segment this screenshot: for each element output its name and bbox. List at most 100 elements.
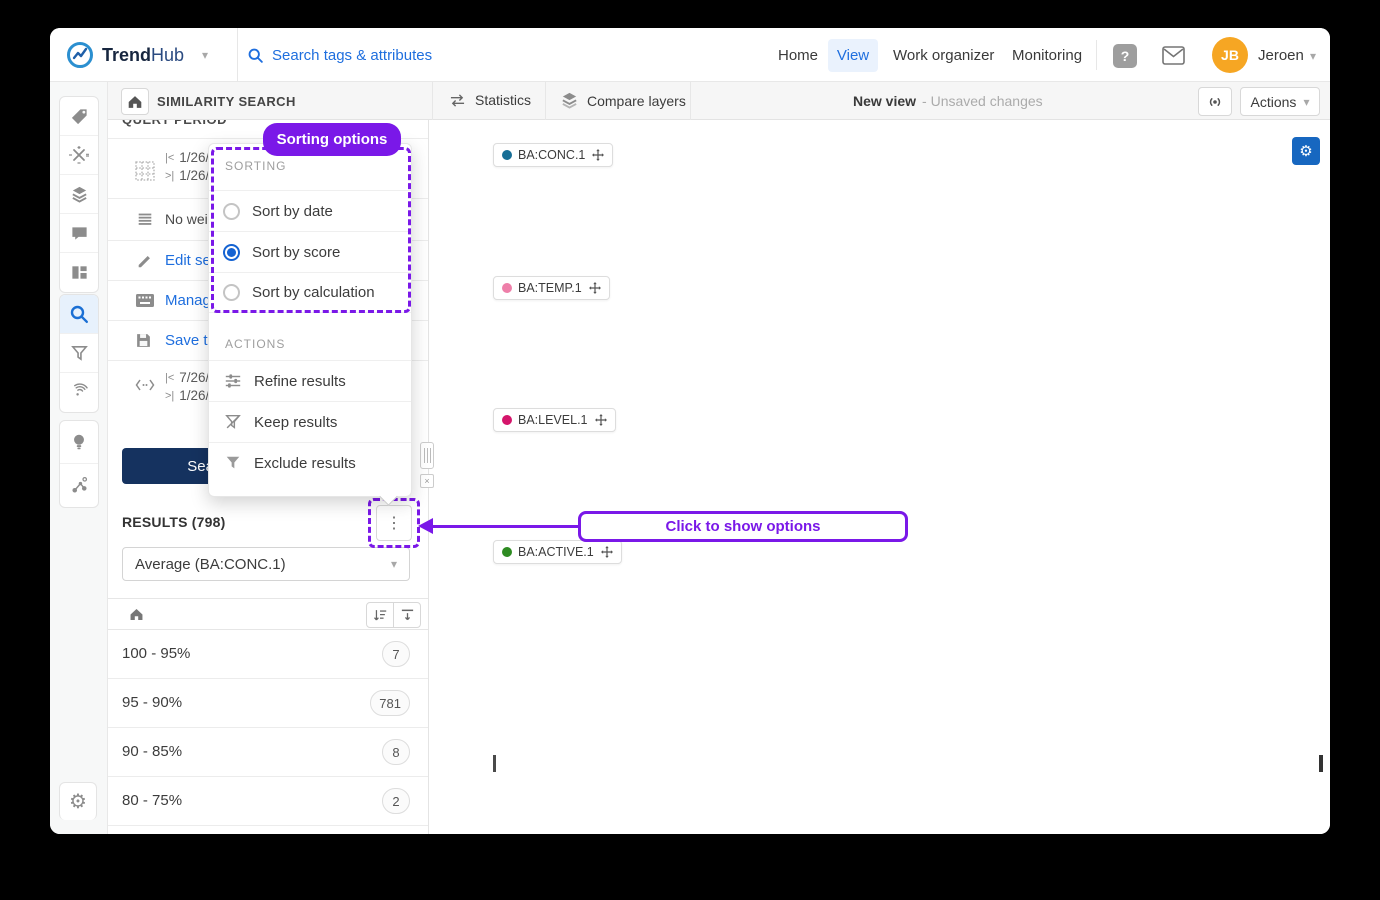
legend-chip-conc[interactable]: BA:CONC.1 — [493, 143, 613, 167]
home-column-icon — [128, 606, 145, 628]
legend-chip-temp[interactable]: BA:TEMP.1 — [493, 276, 610, 300]
panel-close-button[interactable]: × — [420, 474, 434, 488]
menu-item-sort-by-date[interactable]: Sort by date — [209, 190, 411, 231]
series-color-dot — [502, 415, 512, 425]
results-options-popup: SORTING Sort by date Sort by score Sort … — [208, 143, 412, 497]
screen: TrendHub ▾ Search tags & attributes Home… — [0, 0, 1380, 900]
move-icon — [592, 149, 604, 161]
toolbar-divider-3 — [690, 82, 691, 120]
collapse-groups-button[interactable] — [393, 602, 421, 628]
sidebar-item-context-items[interactable] — [60, 464, 98, 507]
move-icon — [595, 414, 607, 426]
panel-resize-handle[interactable] — [420, 442, 434, 469]
sidebar-item-dashboard[interactable] — [60, 253, 98, 292]
settings-button[interactable]: ⚙ — [59, 782, 97, 820]
manage-icon — [135, 293, 155, 313]
search-icon — [247, 47, 264, 69]
nav-item-view[interactable]: View — [828, 39, 878, 72]
brand-chevron-down-icon[interactable]: ▾ — [202, 48, 208, 62]
actions-chevron-down-icon: ▾ — [1303, 95, 1309, 109]
brand-bold: Trend — [102, 45, 151, 66]
gear-icon: ⚙ — [1299, 144, 1312, 159]
menu-item-exclude-results[interactable]: Exclude results — [209, 442, 411, 483]
count-badge: 2 — [382, 788, 410, 814]
result-row-1[interactable]: 100 - 95% 7 — [108, 630, 428, 679]
result-row-2[interactable]: 95 - 90% 781 — [108, 679, 428, 728]
pencil-icon — [136, 252, 154, 275]
actions-button[interactable]: Actions ▾ — [1240, 87, 1320, 116]
menu-item-refine-results[interactable]: Refine results — [209, 360, 411, 401]
rail-group-data — [59, 96, 99, 293]
home-view-button[interactable] — [121, 88, 149, 115]
series-color-dot — [502, 150, 512, 160]
results-calculation-select[interactable]: Average (BA:CONC.1) ▾ — [122, 547, 410, 581]
compare-layers-button[interactable]: Compare layers — [560, 91, 686, 110]
sidebar-item-layers[interactable] — [60, 175, 98, 214]
move-icon — [601, 546, 613, 558]
sort-order-button[interactable] — [366, 602, 394, 628]
selection-left-handle[interactable] — [493, 755, 496, 772]
result-row-4[interactable]: 80 - 75% 2 — [108, 777, 428, 826]
toolbar-divider — [432, 82, 433, 120]
user-menu[interactable]: Jeroen — [1258, 47, 1304, 64]
sort-desc-icon — [372, 608, 388, 623]
sidebar-item-search-active[interactable] — [60, 295, 98, 334]
selection-notch — [1266, 757, 1269, 770]
actions-section-header: ACTIONS — [225, 337, 285, 351]
table-tools — [366, 602, 421, 628]
fingerprint-icon — [70, 383, 89, 402]
sidebar-item-filter[interactable] — [60, 334, 98, 373]
layers-icon — [70, 185, 89, 204]
statistics-button[interactable]: Statistics — [448, 92, 531, 108]
view-status: New view - Unsaved changes — [853, 93, 1043, 109]
nav-item-work-organizer[interactable]: Work organizer — [893, 47, 994, 64]
sorting-options-callout: Sorting options — [263, 123, 401, 156]
menu-item-sort-by-score[interactable]: Sort by score — [209, 231, 411, 272]
page-title: SIMILARITY SEARCH — [157, 94, 296, 109]
view-toolbar: SIMILARITY SEARCH Statistics Compare lay… — [108, 82, 1330, 120]
gear-icon: ⚙ — [69, 792, 87, 812]
results-table-header — [108, 598, 428, 630]
sidebar-item-fingerprint[interactable] — [60, 373, 98, 412]
search-input[interactable]: Search tags & attributes — [272, 47, 432, 64]
interval-end-icon: >| — [165, 170, 174, 182]
series-color-dot — [502, 283, 512, 293]
home-icon — [126, 93, 144, 111]
result-row-3[interactable]: 90 - 85% 8 — [108, 728, 428, 777]
broadcast-button[interactable] — [1198, 87, 1232, 116]
chart-settings-button[interactable]: ⚙ — [1292, 137, 1320, 165]
results-options-kebab-button[interactable]: ⋮ — [376, 505, 412, 541]
comment-icon — [70, 224, 89, 243]
search-icon — [69, 304, 89, 324]
results-title: RESULTS (798) — [122, 514, 225, 530]
navbar: TrendHub ▾ Search tags & attributes Home… — [50, 28, 1330, 82]
nav-divider — [237, 28, 238, 82]
sidebar-item-recommendations[interactable] — [60, 421, 98, 464]
nav-item-monitoring[interactable]: Monitoring — [1012, 47, 1082, 64]
user-chevron-down-icon[interactable]: ▾ — [1310, 49, 1316, 63]
sidebar-item-comments[interactable] — [60, 214, 98, 253]
legend-chip-level[interactable]: BA:LEVEL.1 — [493, 408, 616, 432]
menu-item-keep-results[interactable]: Keep results — [209, 401, 411, 442]
callout-arrowhead-icon — [418, 518, 433, 534]
interval-start-icon: |< — [165, 152, 174, 164]
tools-rail: ⚙ — [50, 82, 108, 834]
sidebar-item-tags[interactable] — [60, 97, 98, 136]
selection-right-handle[interactable] — [1319, 755, 1323, 772]
layers-icon — [560, 91, 579, 110]
weights-icon — [136, 210, 154, 233]
rail-group-insights — [59, 420, 99, 508]
select-chevron-down-icon: ▾ — [391, 557, 397, 571]
dashboard-icon — [70, 263, 89, 282]
avatar[interactable]: JB — [1212, 37, 1248, 73]
mail-icon[interactable] — [1162, 46, 1185, 70]
sidebar-item-formulas[interactable] — [60, 136, 98, 175]
help-icon[interactable]: ? — [1113, 44, 1137, 68]
menu-item-sort-by-calculation[interactable]: Sort by calculation — [209, 272, 411, 313]
click-to-show-callout: Click to show options — [578, 511, 908, 542]
formula-icon — [69, 145, 89, 165]
nav-item-home[interactable]: Home — [778, 47, 818, 64]
move-icon — [589, 282, 601, 294]
count-badge: 8 — [382, 739, 410, 765]
legend-chip-active[interactable]: BA:ACTIVE.1 — [493, 540, 622, 564]
